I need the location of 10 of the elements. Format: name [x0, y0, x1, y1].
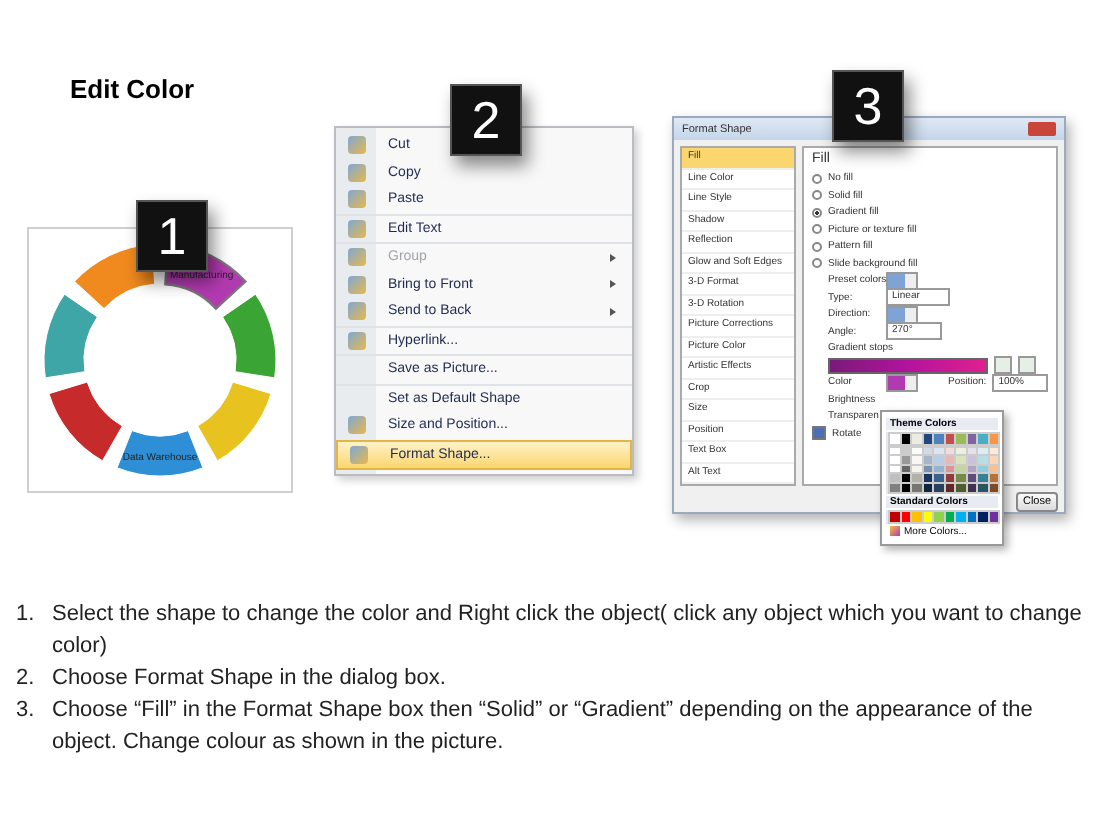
step-number: 1. — [16, 600, 37, 630]
instruction-text: Choose Format Shape in the dialog box. — [52, 664, 448, 694]
step-badge: 3 — [832, 70, 904, 142]
instruction-text: Select the shape to change the color and Right click the object( click any object which you want to change color) — [52, 600, 1084, 662]
slide-title: Edit Color — [70, 74, 197, 104]
step-number: 3. — [16, 696, 37, 726]
step-badge: 2 — [450, 84, 522, 156]
instruction-text: Choose “Fill” in the Format Shape box then “Solid” or “Gradient” depending on the appearance of the object. Change colour as shown in the picture. — [52, 696, 1035, 758]
step-number: 2. — [16, 664, 37, 694]
step-badge: 1 — [136, 200, 208, 272]
